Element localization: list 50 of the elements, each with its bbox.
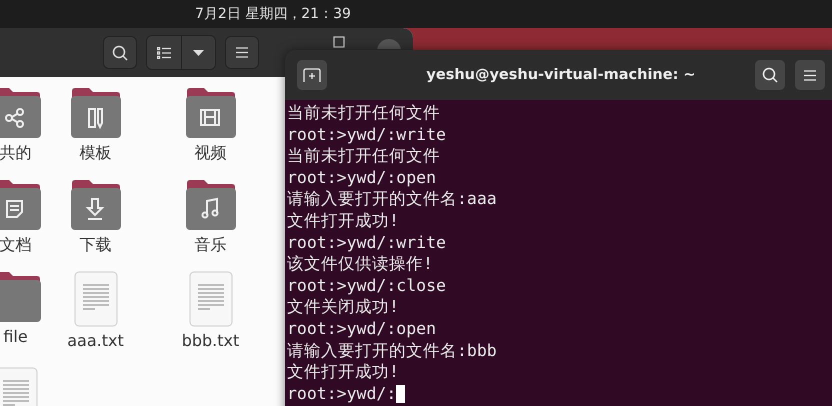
terminal-line: 文件打开成功! (287, 210, 399, 232)
terminal-line: 请输入要打开的文件名:aaa (287, 188, 497, 210)
folder-icon (0, 179, 42, 231)
search-button[interactable] (755, 60, 785, 90)
file-name[interactable]: bbb.txt (182, 331, 240, 351)
terminal-line: root:>ywd/: (287, 382, 396, 404)
menu-icon (236, 47, 248, 58)
list-view-button[interactable] (147, 36, 181, 69)
maximize-icon[interactable] (333, 36, 345, 48)
file-name[interactable]: 共的 (0, 143, 32, 163)
terminal-line: root:>ywd/:write (287, 124, 446, 146)
terminal-line: 请输入要打开的文件名:bbb (287, 340, 497, 362)
clock[interactable]: 7月2日 星期四，21：39 (195, 5, 351, 23)
menu-button[interactable] (795, 60, 825, 90)
search-button[interactable] (103, 36, 137, 69)
file-name[interactable]: file (3, 327, 28, 347)
text-file-icon (188, 271, 234, 327)
folder-icon (0, 87, 42, 139)
terminal-line: root:>ywd/:open (287, 318, 436, 340)
terminal-line: root:>ywd/:close (287, 274, 446, 296)
menu-icon (804, 70, 816, 80)
terminal-line: root:>ywd/:open (287, 166, 436, 188)
folder-icon (68, 87, 122, 139)
terminal-line: 当前未打开任何文件 (287, 145, 440, 167)
menu-button[interactable] (225, 36, 259, 69)
folder-icon (0, 271, 42, 323)
new-tab-icon (303, 67, 321, 83)
folder-icon (184, 87, 238, 139)
search-icon (762, 67, 778, 83)
file-name[interactable]: 音乐 (194, 235, 226, 255)
folder-icon (68, 179, 122, 231)
terminal-line: 当前未打开任何文件 (287, 102, 440, 124)
file-name[interactable]: 模板 (80, 143, 112, 163)
caret-icon (193, 50, 204, 56)
window-title: yeshu@yeshu-virtual-machine: ~ (425, 67, 697, 83)
search-icon (112, 44, 128, 60)
text-file-icon (72, 271, 118, 327)
folder-icon (184, 179, 238, 231)
file-name[interactable]: aaa.txt (67, 331, 124, 351)
terminal-line: root:>ywd/:write (287, 232, 446, 254)
terminal-line: 文件关闭成功! (287, 296, 399, 318)
terminal-line: 文件打开成功! (287, 361, 399, 383)
text-cursor (396, 384, 406, 403)
list-icon (157, 46, 171, 58)
new-tab-button[interactable] (297, 60, 327, 90)
view-options-button[interactable] (181, 36, 215, 69)
file-name[interactable]: 文档 (0, 235, 32, 255)
file-name[interactable]: 下载 (80, 235, 112, 255)
terminal-line: 该文件仅供读操作! (287, 253, 433, 275)
file-name[interactable]: 视频 (194, 143, 226, 163)
